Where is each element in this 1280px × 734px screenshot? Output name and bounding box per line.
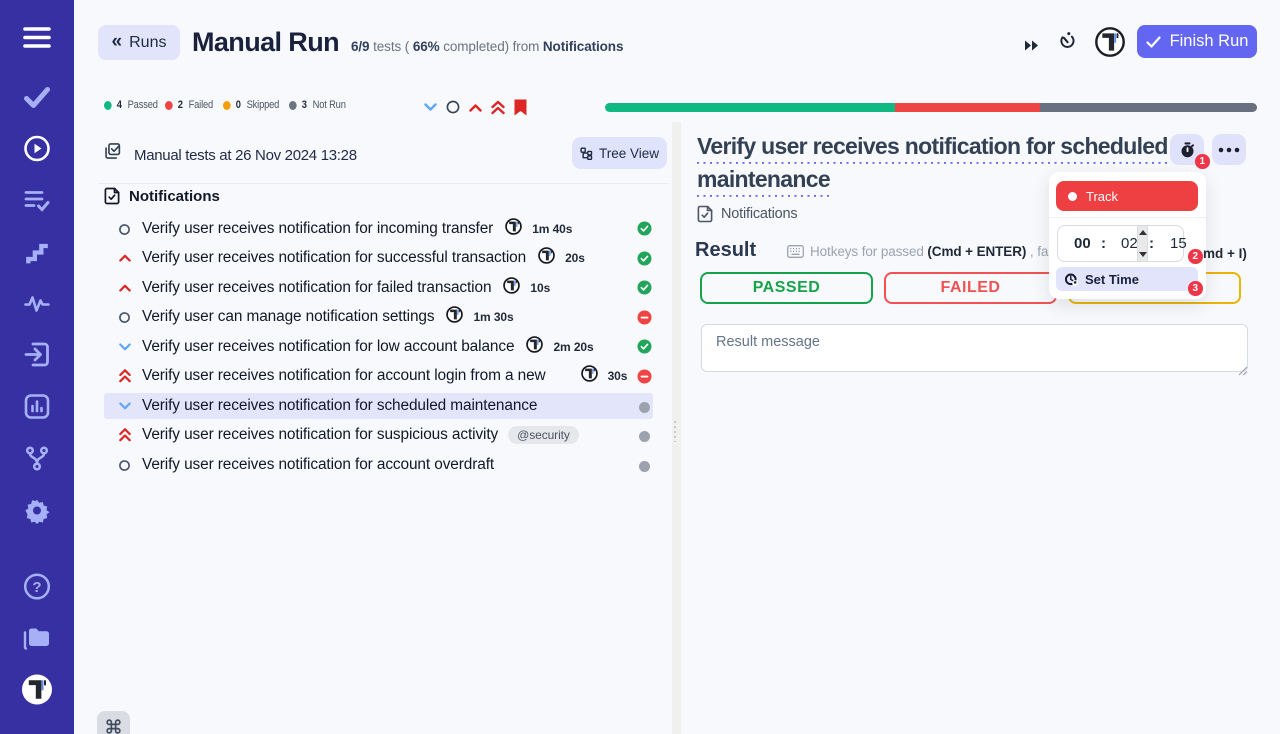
svg-text:?: ? bbox=[32, 579, 41, 596]
